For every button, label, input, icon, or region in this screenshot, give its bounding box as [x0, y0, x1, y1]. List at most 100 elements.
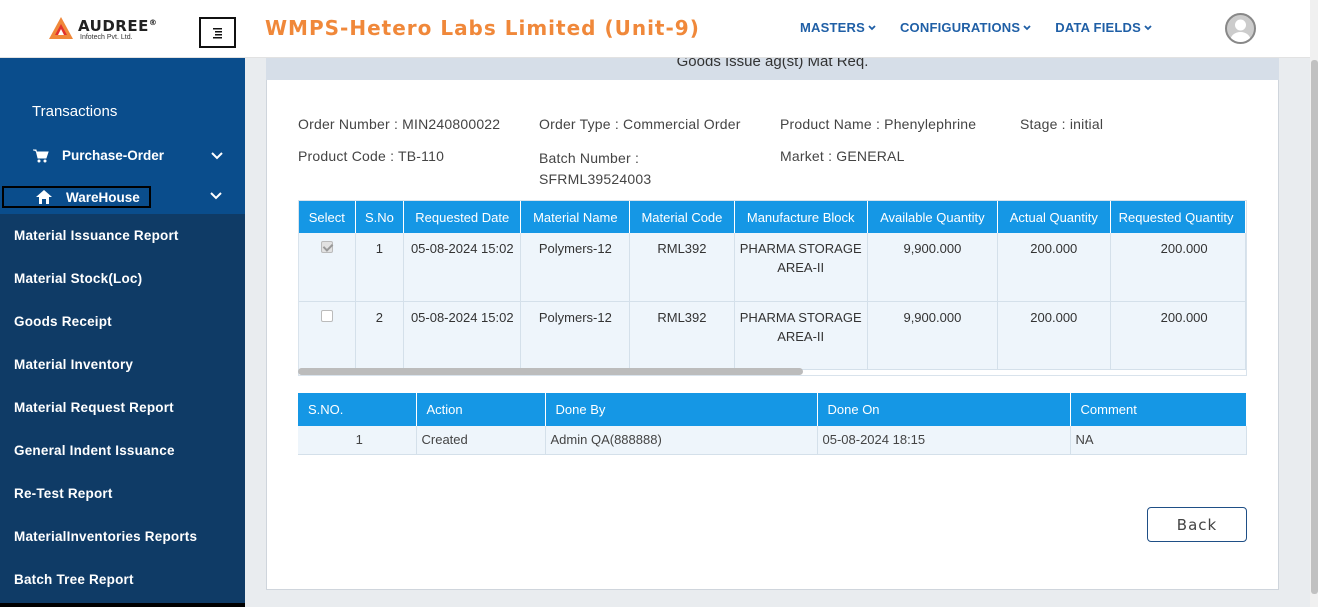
sno-cell: 1 [298, 426, 417, 455]
actual-quantity-cell: 200.000 [997, 233, 1111, 302]
hamburger-icon [212, 27, 222, 38]
batch-number-value: SFRML39524003 [539, 171, 652, 187]
materials-table-container[interactable]: Select S.No Requested Date Material Name… [298, 200, 1247, 376]
history-table: S.NO. Action Done By Done On Comment 1 C… [298, 393, 1247, 455]
chevron-down-icon [211, 151, 223, 159]
table-row: 1 Created Admin QA(888888) 05-08-2024 18… [298, 426, 1247, 455]
select-cell [299, 233, 356, 302]
table-header-row: S.NO. Action Done By Done On Comment [298, 393, 1247, 426]
company-logo[interactable]: AUDREE® Infotech Pvt. Ltd. [48, 15, 157, 42]
col-requested-date: Requested Date [403, 201, 522, 233]
sidebar-link-general-indent-issuance[interactable]: General Indent Issuance [14, 443, 175, 458]
user-icon [1230, 19, 1251, 42]
order-type: Order Type : Commercial Order [539, 116, 741, 132]
col-material-code: Material Code [629, 201, 735, 233]
table-row: 2 05-08-2024 15:02 Polymers-12 RML392 PH… [299, 301, 1246, 370]
logo-registered-mark: ® [148, 18, 158, 27]
nav-masters-label: MASTERS [800, 20, 865, 35]
material-code-cell: RML392 [629, 301, 735, 370]
col-manufacture-block: Manufacture Block [734, 201, 868, 233]
actual-quantity-cell: 200.000 [997, 301, 1111, 370]
sno-cell: 1 [355, 233, 405, 302]
page-vertical-scrollbar[interactable] [1310, 0, 1318, 607]
order-number: Order Number : MIN240800022 [298, 116, 501, 132]
nav-data-fields[interactable]: DATA FIELDS [1055, 20, 1152, 35]
sidebar-item-purchase-order[interactable]: Purchase-Order [33, 148, 233, 163]
sidebar-item-warehouse[interactable]: WareHouse [2, 186, 151, 208]
manufacture-block-cell: PHARMA STORAGE AREA-II [734, 233, 868, 302]
nav-data-fields-label: DATA FIELDS [1055, 20, 1141, 35]
done-by-cell: Admin QA(888888) [545, 426, 818, 455]
sidebar-nav-section: Transactions Purchase-Order WareHouse [0, 58, 245, 214]
chevron-down-icon [1144, 24, 1152, 30]
col-actual-quantity: Actual Quantity [997, 201, 1111, 233]
sidebar-link-material-issuance-report[interactable]: Material Issuance Report [14, 228, 179, 243]
sidebar-link-batch-tree-report[interactable]: Batch Tree Report [14, 572, 134, 587]
batch-number: Batch Number : SFRML39524003 [539, 148, 651, 190]
sidebar-link-material-stock-loc[interactable]: Material Stock(Loc) [14, 271, 142, 286]
table-horizontal-scrollbar[interactable] [298, 367, 1247, 376]
history-table-container: S.NO. Action Done By Done On Comment 1 C… [298, 393, 1247, 455]
market: Market : GENERAL [780, 148, 905, 164]
available-quantity-cell: 9,900.000 [867, 301, 998, 370]
material-name-cell: Polymers-12 [520, 301, 631, 370]
stage: Stage : initial [1020, 116, 1104, 132]
sidebar-section-transactions[interactable]: Transactions [32, 103, 117, 120]
app-title: WMPS-Hetero Labs Limited (Unit-9) [265, 16, 700, 40]
sidebar-link-material-inventories-reports[interactable]: MaterialInventories Reports [14, 529, 197, 544]
manufacture-block-cell: PHARMA STORAGE AREA-II [734, 301, 868, 370]
sidebar: Transactions Purchase-Order WareHouse Ma… [0, 58, 245, 607]
logo-subtitle: Infotech Pvt. Ltd. [80, 34, 133, 41]
chevron-down-icon [210, 192, 222, 200]
available-quantity-cell: 9,900.000 [867, 233, 998, 302]
chevron-down-icon [1023, 24, 1031, 30]
nav-masters[interactable]: MASTERS [800, 20, 876, 35]
action-cell: Created [416, 426, 546, 455]
scrollbar-thumb[interactable] [298, 368, 803, 375]
table-header-row: Select S.No Requested Date Material Name… [299, 201, 1246, 233]
card-header: Goods Issue ag(st) Mat Req. [266, 58, 1279, 80]
menu-toggle-button[interactable] [199, 17, 236, 48]
logo-mark-icon [49, 17, 73, 39]
col-sno: S.NO. [298, 393, 417, 426]
sidebar-link-material-inventory[interactable]: Material Inventory [14, 357, 133, 372]
logo-name: AUDREE [78, 17, 149, 35]
top-nav: MASTERS CONFIGURATIONS DATA FIELDS [800, 20, 1152, 35]
chevron-down-icon [868, 24, 876, 30]
nav-configurations-label: CONFIGURATIONS [899, 20, 1021, 35]
product-name: Product Name : Phenylephrine [780, 116, 977, 132]
sidebar-link-re-test-report[interactable]: Re-Test Report [14, 486, 113, 501]
row-checkbox[interactable] [320, 241, 333, 253]
user-avatar[interactable] [1225, 13, 1256, 44]
col-requested-quantity: Requested Quantity [1110, 201, 1246, 233]
comment-cell: NA [1070, 426, 1247, 455]
top-header: AUDREE® Infotech Pvt. Ltd. WMPS-Hetero L… [0, 0, 1310, 58]
sno-cell: 2 [355, 301, 405, 370]
done-on-cell: 05-08-2024 18:15 [817, 426, 1071, 455]
sidebar-item-warehouse-label: WareHouse [66, 189, 140, 205]
home-icon [36, 190, 52, 204]
col-available-quantity: Available Quantity [867, 201, 998, 233]
material-name-cell: Polymers-12 [520, 233, 631, 302]
col-action: Action [416, 393, 546, 426]
requested-date-cell: 05-08-2024 15:02 [403, 233, 522, 302]
card-title: Goods Issue ag(st) Mat Req. [676, 58, 869, 70]
col-done-on: Done On [817, 393, 1071, 426]
sidebar-link-material-request-report[interactable]: Material Request Report [14, 400, 174, 415]
sidebar-bottom-divider [0, 603, 245, 607]
back-button[interactable]: Back [1147, 507, 1247, 542]
cart-icon [33, 149, 49, 162]
requested-quantity-cell: 200.000 [1110, 233, 1246, 302]
requested-date-cell: 05-08-2024 15:02 [403, 301, 522, 370]
col-done-by: Done By [545, 393, 818, 426]
select-cell [299, 301, 356, 370]
requested-quantity-cell: 200.000 [1110, 301, 1246, 370]
row-checkbox[interactable] [320, 309, 333, 322]
material-code-cell: RML392 [629, 233, 735, 302]
scrollbar-thumb[interactable] [1311, 60, 1318, 594]
materials-table: Select S.No Requested Date Material Name… [299, 201, 1246, 370]
nav-configurations[interactable]: CONFIGURATIONS [900, 20, 1031, 35]
col-comment: Comment [1070, 393, 1247, 426]
col-sno: S.No [355, 201, 405, 233]
sidebar-link-goods-receipt[interactable]: Goods Receipt [14, 314, 112, 329]
